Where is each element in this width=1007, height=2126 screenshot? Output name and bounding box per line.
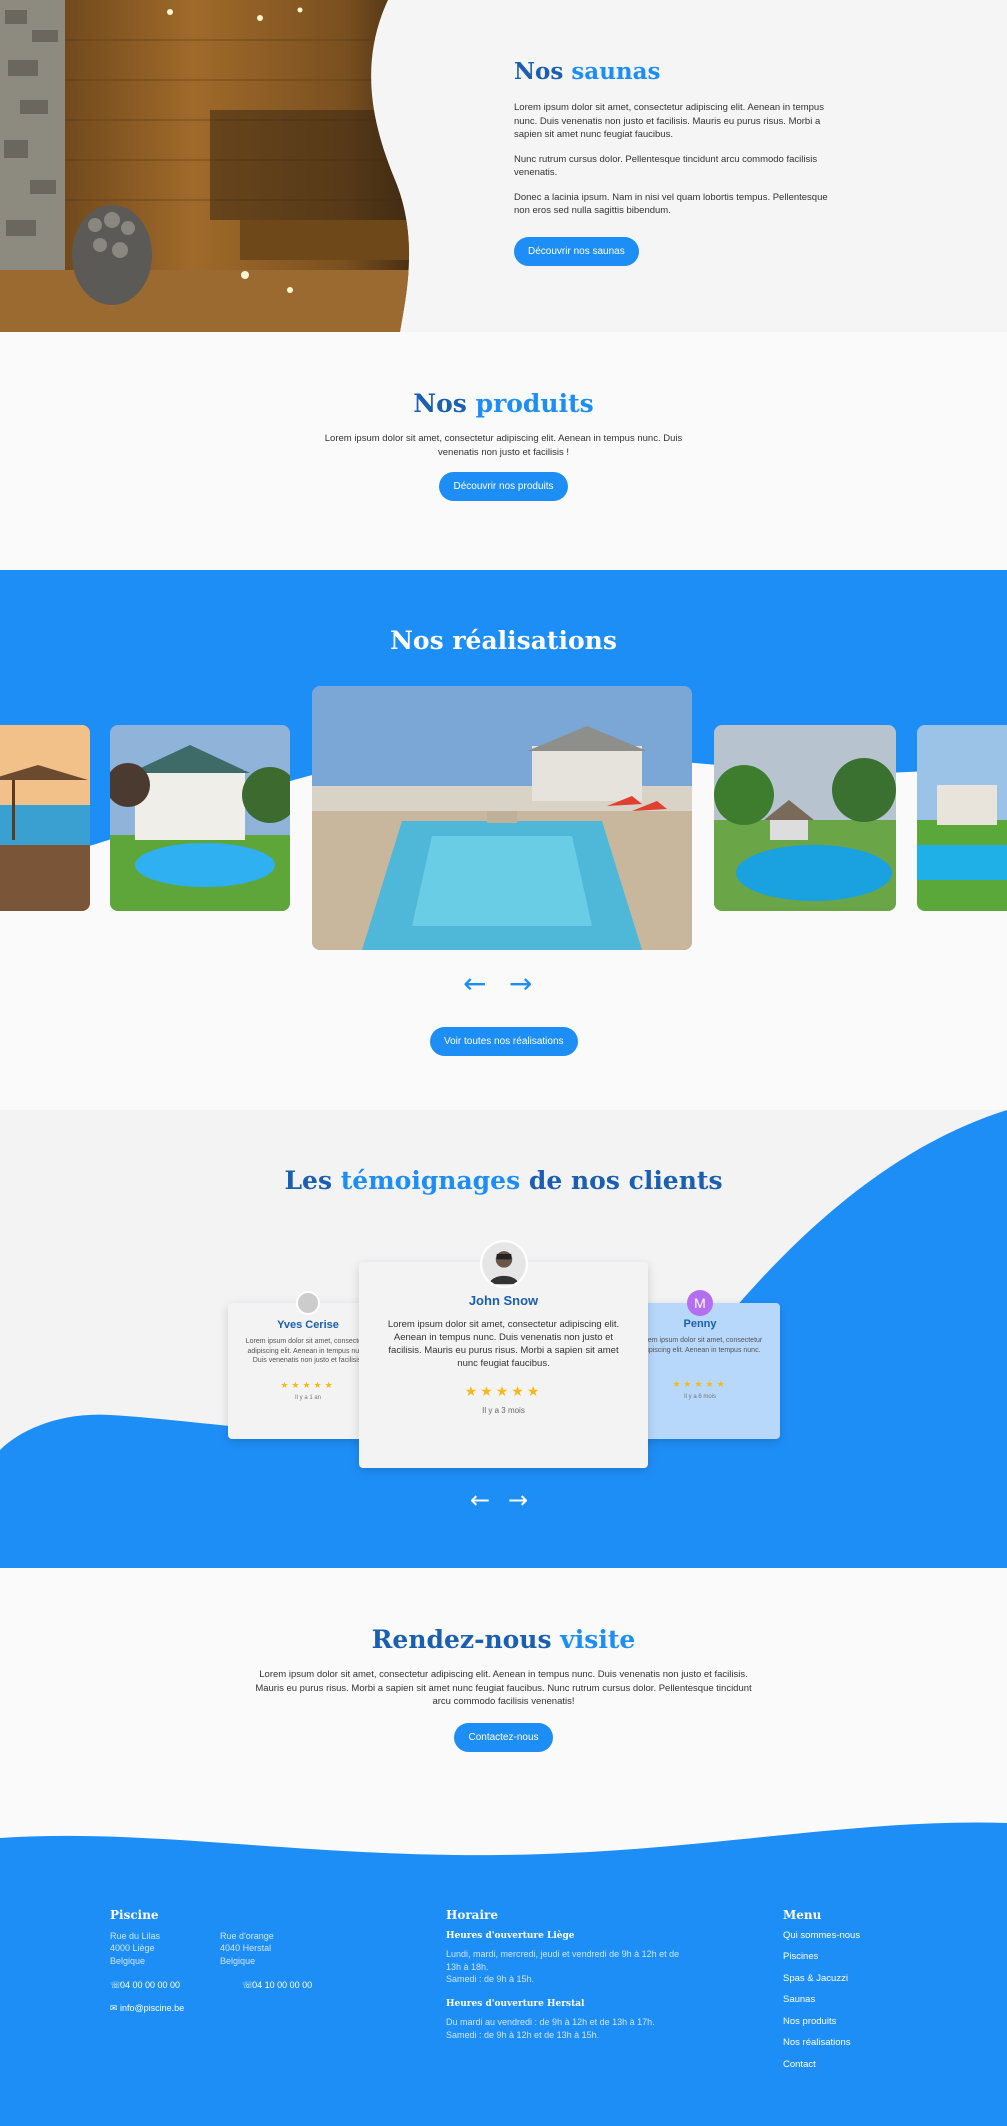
gallery-image-main[interactable] (312, 686, 692, 950)
phone-icon: ☏ (110, 1980, 122, 1990)
testimonials-next-arrow[interactable]: → (508, 1488, 528, 1512)
footer-wave (0, 1813, 1007, 1856)
produits-section: Nos produits Lorem ipsum dolor sit amet,… (0, 332, 1007, 570)
realisations-prev-arrow[interactable]: ← (463, 970, 486, 998)
saunas-section: Nos saunas Lorem ipsum dolor sit amet, c… (0, 0, 1007, 332)
visite-text: Lorem ipsum dolor sit amet, consectetur … (255, 1669, 752, 1707)
saunas-paragraph-1: Lorem ipsum dolor sit amet, consectetur … (514, 102, 824, 140)
footer-piscine: Piscine Rue du Lilas 4000 Liège Belgique… (110, 1909, 410, 2014)
phone-link[interactable]: ☏04 10 00 00 00 (242, 1979, 312, 1992)
discover-products-button[interactable]: Découvrir nos produits (439, 472, 568, 501)
email-link[interactable]: ✉ info@piscine.be (110, 2002, 410, 2015)
footer-menu: Menu Qui sommes-nous Piscines Spas & Jac… (783, 1909, 933, 2080)
visite-section: Rendez-nous visite Lorem ipsum dolor sit… (0, 1568, 1007, 1813)
saunas-title: Nos saunas (514, 58, 661, 85)
footer-menu-item[interactable]: Contact (783, 2059, 933, 2072)
avatar (296, 1291, 320, 1315)
mail-icon: ✉ (110, 2002, 118, 2013)
footer-menu-item[interactable]: Spas & Jacuzzi (783, 1973, 933, 1986)
gallery-image-2[interactable] (110, 725, 290, 911)
gallery-image-1[interactable] (0, 725, 90, 911)
realisations-title: Nos réalisations (390, 626, 617, 655)
avatar (479, 1240, 528, 1288)
footer-menu-item[interactable]: Qui sommes-nous (783, 1930, 933, 1943)
footer-menu-item[interactable]: Nos réalisations (783, 2037, 933, 2050)
temoignages-section: Les témoignages de nos clients Yves Ceri… (0, 1110, 1007, 1568)
footer-horaire: Horaire Heures d'ouverture Liège Lundi, … (446, 1908, 680, 2040)
gallery-image-5[interactable] (917, 725, 1007, 911)
testimonial-card-active: John Snow Lorem ipsum dolor sit amet, co… (359, 1240, 648, 1468)
testimonials-prev-arrow[interactable]: ← (470, 1488, 490, 1512)
visite-title: Rendez-nous visite (371, 1625, 636, 1654)
realisations-next-arrow[interactable]: → (509, 970, 532, 998)
phone-link[interactable]: ☏04 00 00 00 00 (110, 1979, 180, 1992)
footer-menu-item[interactable]: Nos produits (783, 2016, 933, 2029)
contact-button[interactable]: Contactez-nous (454, 1722, 553, 1752)
footer: Piscine Rue du Lilas 4000 Liège Belgique… (0, 1813, 1007, 2126)
realisations-section: Nos réalisations ← → Voir toutes nos réa… (0, 570, 1007, 1110)
produits-text: Lorem ipsum dolor sit amet, consectetur … (324, 433, 683, 458)
footer-menu-item[interactable]: Piscines (783, 1951, 933, 1964)
gallery-image-4[interactable] (714, 725, 896, 911)
temoignages-title: Les témoignages de nos clients (284, 1166, 723, 1195)
sauna-image (0, 0, 410, 332)
view-all-realisations-button[interactable]: Voir toutes nos réalisations (430, 1027, 578, 1056)
discover-saunas-button[interactable]: Découvrir nos saunas (514, 236, 639, 266)
avatar: M (687, 1290, 713, 1316)
produits-title: Nos produits (413, 389, 594, 418)
saunas-paragraph-2: Nunc rutrum cursus dolor. Pellentesque t… (514, 153, 818, 179)
saunas-paragraph-3: Donec a lacinia ipsum. Nam in nisi vel q… (514, 191, 828, 217)
footer-menu-item[interactable]: Saunas (783, 1994, 933, 2007)
phone-icon: ☏ (242, 1980, 254, 1990)
